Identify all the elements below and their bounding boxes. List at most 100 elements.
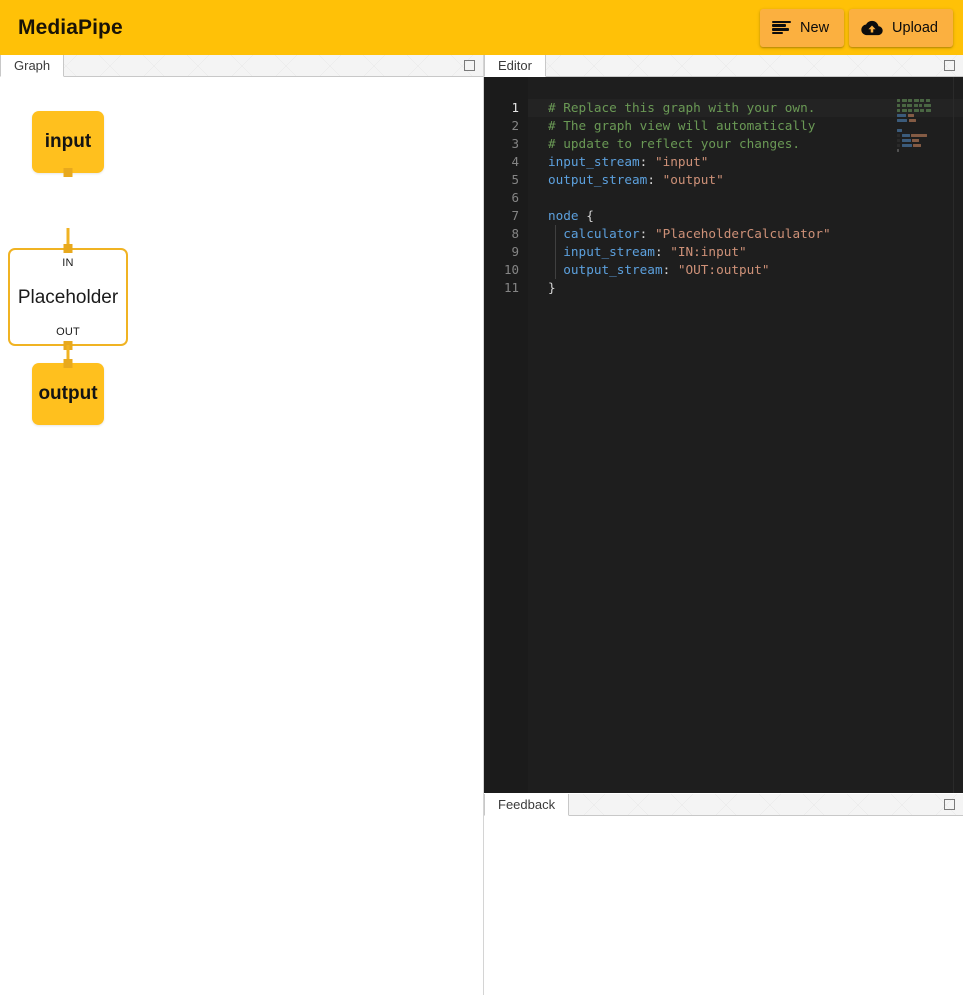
editor-code-area[interactable]: # Replace this graph with your own.# The… xyxy=(528,77,963,793)
minimap-block xyxy=(926,109,931,112)
graph-node-output-label[interactable]: output xyxy=(32,363,104,425)
placeholder-out-port-label: OUT xyxy=(56,326,80,338)
placeholder-in-port[interactable] xyxy=(64,244,73,253)
minimap-block xyxy=(897,134,900,137)
cloud-upload-icon xyxy=(861,20,883,36)
minimap-row xyxy=(893,109,951,113)
minimap-block xyxy=(912,139,919,142)
minimap-block xyxy=(902,104,906,107)
minimap-row xyxy=(893,149,951,153)
minimap-row xyxy=(893,99,951,103)
editor-minimap[interactable] xyxy=(893,99,951,145)
code-token-key: input_stream xyxy=(548,154,640,169)
code-line[interactable]: output_stream: "output" xyxy=(528,171,963,189)
code-token-key: node xyxy=(548,208,579,223)
code-token-string: "output" xyxy=(663,172,724,187)
new-button[interactable]: New xyxy=(760,9,844,47)
editor-scrollbar[interactable] xyxy=(953,77,963,793)
minimap-block xyxy=(902,139,911,142)
line-number: 11 xyxy=(484,279,528,297)
code-token-string: "PlaceholderCalculator" xyxy=(655,226,831,241)
code-token-comment: # The graph view will automatically xyxy=(548,118,815,133)
code-token-punct: : xyxy=(640,226,655,241)
line-number: 9 xyxy=(484,243,528,261)
code-line[interactable]: output_stream: "OUT:output" xyxy=(528,261,963,279)
line-number: 10 xyxy=(484,261,528,279)
code-line[interactable]: } xyxy=(528,279,963,297)
feedback-maximize-icon[interactable] xyxy=(944,799,955,810)
graph-maximize-icon[interactable] xyxy=(464,60,475,71)
code-token-punct: : xyxy=(655,244,670,259)
indent-guide xyxy=(555,225,556,243)
minimap-block xyxy=(897,114,906,117)
graph-node-output[interactable]: output xyxy=(32,363,104,425)
code-line[interactable]: input_stream: "input" xyxy=(528,153,963,171)
input-node-out-port[interactable] xyxy=(64,168,73,177)
graph-node-placeholder[interactable]: IN Placeholder OUT xyxy=(8,248,128,346)
minimap-block xyxy=(907,104,912,107)
code-token-key: input_stream xyxy=(563,244,655,259)
code-token-key: output_stream xyxy=(548,172,647,187)
line-number: 8 xyxy=(484,225,528,243)
code-token-punct: } xyxy=(548,280,556,295)
code-line[interactable]: node { xyxy=(528,207,963,225)
minimap-block xyxy=(902,99,907,102)
minimap-block xyxy=(897,139,900,142)
minimap-block xyxy=(897,144,900,147)
tab-graph[interactable]: Graph xyxy=(0,55,64,77)
code-token-punct: : xyxy=(663,262,678,277)
line-number: 6 xyxy=(484,189,528,207)
minimap-row xyxy=(893,134,951,138)
line-number: 1 xyxy=(484,99,528,117)
minimap-block xyxy=(902,144,912,147)
editor-maximize-icon[interactable] xyxy=(944,60,955,71)
minimap-block xyxy=(919,104,922,107)
minimap-block xyxy=(897,104,900,107)
line-number: 5 xyxy=(484,171,528,189)
tab-feedback[interactable]: Feedback xyxy=(484,794,569,816)
code-token-string: "IN:input" xyxy=(670,244,746,259)
workspace: Graph input IN Placeholder OUT xyxy=(0,55,963,995)
minimap-block xyxy=(911,134,927,137)
minimap-row xyxy=(893,104,951,108)
indent-guide xyxy=(555,261,556,279)
graph-node-input-label[interactable]: input xyxy=(32,111,104,173)
minimap-row xyxy=(893,124,951,128)
code-line[interactable]: calculator: "PlaceholderCalculator" xyxy=(528,225,963,243)
minimap-block xyxy=(908,109,912,112)
graph-canvas[interactable]: input IN Placeholder OUT ou xyxy=(0,77,483,995)
minimap-block xyxy=(914,104,918,107)
minimap-block xyxy=(909,119,916,122)
code-line[interactable]: input_stream: "IN:input" xyxy=(528,243,963,261)
editor-panel: Editor 1234567891011 # Replace this grap… xyxy=(484,55,963,793)
upload-button-label: Upload xyxy=(892,20,938,36)
minimap-block xyxy=(902,109,907,112)
output-node-in-port[interactable] xyxy=(64,359,73,368)
line-number: 7 xyxy=(484,207,528,225)
graph-node-input[interactable]: input xyxy=(32,111,104,173)
code-token-punct: { xyxy=(579,208,594,223)
minimap-row xyxy=(893,129,951,133)
code-token-string: "OUT:output" xyxy=(678,262,770,277)
feedback-tabbar: Feedback xyxy=(484,794,963,816)
code-token-punct: : xyxy=(640,154,655,169)
code-line[interactable] xyxy=(528,189,963,207)
minimap-block xyxy=(908,114,914,117)
code-token-key: output_stream xyxy=(563,262,662,277)
code-token-key: calculator xyxy=(563,226,639,241)
feedback-content xyxy=(484,816,963,995)
tab-editor[interactable]: Editor xyxy=(484,55,546,77)
code-editor[interactable]: 1234567891011 # Replace this graph with … xyxy=(484,77,963,793)
minimap-row xyxy=(893,139,951,143)
minimap-block xyxy=(913,144,921,147)
code-token-comment: # update to reflect your changes. xyxy=(548,136,800,151)
placeholder-node-label: Placeholder xyxy=(18,287,118,309)
menu-icon xyxy=(772,21,791,35)
minimap-block xyxy=(924,104,931,107)
app-header: MediaPipe New Upload xyxy=(0,0,963,55)
line-number: 2 xyxy=(484,117,528,135)
upload-button[interactable]: Upload xyxy=(849,9,953,47)
graph-panel: Graph input IN Placeholder OUT xyxy=(0,55,484,995)
line-number: 3 xyxy=(484,135,528,153)
editor-tabbar: Editor xyxy=(484,55,963,77)
